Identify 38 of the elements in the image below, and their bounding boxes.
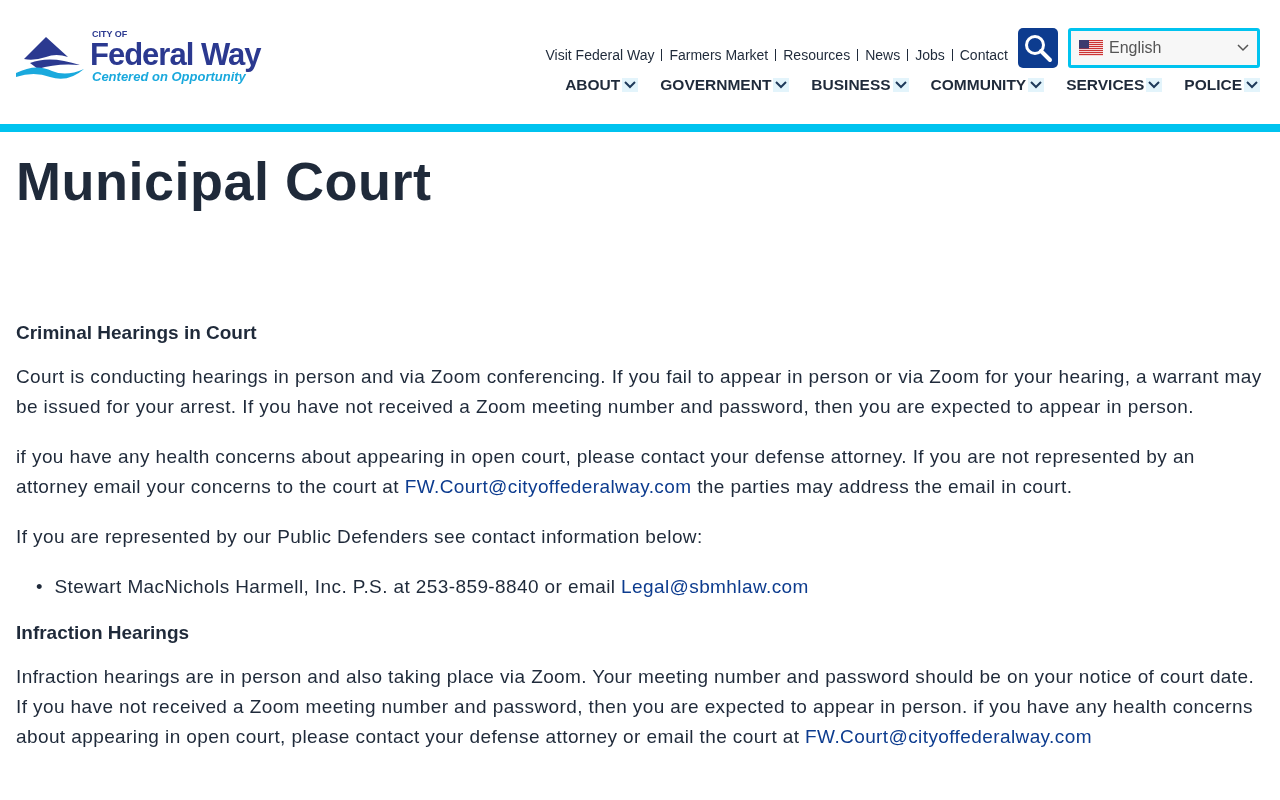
section-heading: Criminal Hearings in Court [16,322,258,344]
language-select[interactable]: English [1068,28,1260,68]
search-button[interactable] [1018,28,1058,68]
bullet-marker: • [36,575,43,599]
logo-name: Federal Way [90,39,261,70]
nav-menu-item[interactable]: COMMUNITY [930,76,1045,94]
chevron-down-icon [1237,44,1249,52]
nav-menu-item[interactable]: SERVICES [1066,76,1163,94]
chevron-down-icon [1028,78,1045,92]
chevron-down-icon [622,78,639,92]
paragraph: If you are represented by our Public Defenders see contact information below: [16,525,704,549]
flag-icon [1079,40,1103,56]
search-icon [1023,33,1053,63]
nav-menu-item[interactable]: GOVERNMENT [660,76,790,94]
paragraph: if you have any health concerns about appearing in open court, please contact your defense attorney. If you are not represented by an attorney email your concerns to the court at FW.Court@cityoffederalway.com the parties may address the email in court. [16,445,1196,499]
email-link[interactable]: FW.Court@cityoffederalway.com [404,476,692,497]
nav-menu-item[interactable]: ABOUT [565,76,639,94]
chevron-down-icon [773,78,790,92]
utility-link[interactable]: Jobs [915,47,945,63]
logo-tagline: Centered on Opportunity [92,70,246,83]
utility-link[interactable]: Farmers Market [669,47,769,63]
chevron-down-icon [892,78,909,92]
email-link[interactable]: Legal@sbmhlaw.com [621,576,809,597]
paragraph: Court is conducting hearings in person and via Zoom conferencing. If you fail to appear in person or via Zoom for your hearing, a warrant may be issued for your arrest. If you have not received a Zoom meeting number and password, then you are expected to appear in person. [16,365,1263,419]
page-title: Municipal Court [16,150,433,212]
chevron-down-icon [1244,78,1260,92]
section-heading: Infraction Hearings [16,622,191,644]
email-link[interactable]: FW.Court@cityoffederalway.com [805,726,1092,747]
list-item: Stewart MacNichols Harmell, Inc. P.S. at 253-859-8840 or email Legal@sbmhlaw.com [54,575,809,599]
chevron-down-icon [1146,78,1163,92]
utility-link[interactable]: Visit Federal Way [545,47,655,63]
logo-city-of: CITY OF [92,30,129,39]
paragraph: Infraction hearings are in person and also taking place via Zoom. Your meeting number and password should be on your notice of court date. If you have not received a Zoom meeting number and password, then you are expected to appear in person. if you have any health concerns about appearing in open court, please contact your defense attorney or email the court at FW.Court@cityoffederalway.com [16,665,1256,749]
utility-link[interactable]: Contact [959,47,1008,63]
nav-menu-item[interactable]: BUSINESS [811,76,909,94]
utility-link[interactable]: Resources [783,47,851,63]
nav-menu-item[interactable]: POLICE [1184,76,1260,94]
utility-link[interactable]: News [865,47,901,63]
